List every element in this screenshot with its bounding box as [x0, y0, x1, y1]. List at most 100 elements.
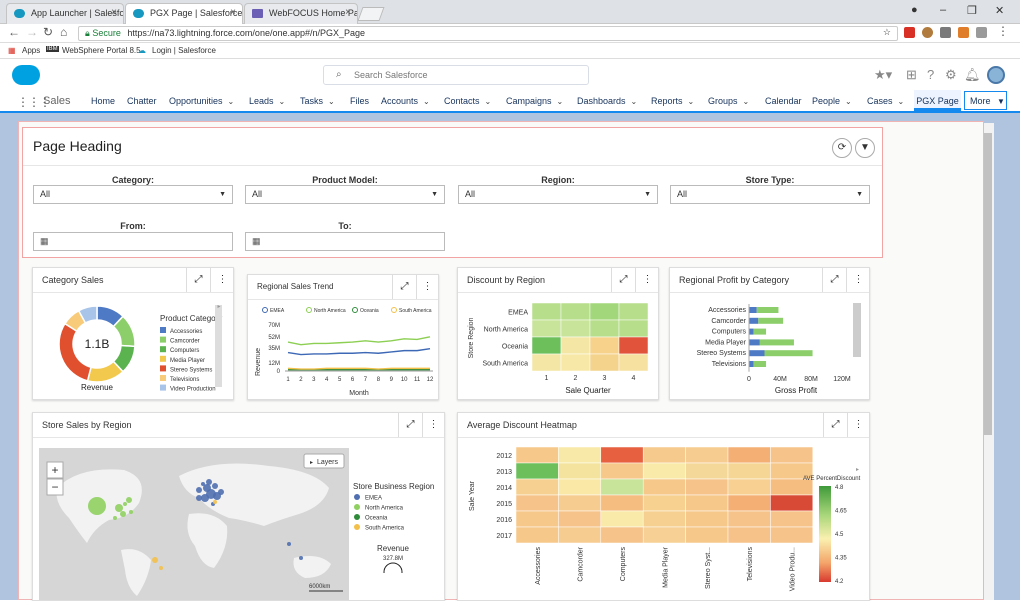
- store-bubble[interactable]: [126, 497, 132, 503]
- heatmap-cell[interactable]: [642, 494, 686, 512]
- nav-item-groups[interactable]: Groups ⌄: [708, 96, 749, 106]
- heatmap-cell[interactable]: [727, 462, 771, 480]
- panel-menu-button[interactable]: ⋮: [416, 275, 438, 299]
- heatmap-cell[interactable]: [558, 510, 602, 528]
- nav-item-people[interactable]: People ⌄: [812, 96, 852, 106]
- profile-icon[interactable]: ●: [911, 4, 918, 16]
- bookmark-login-salesforce[interactable]: Login | Salesforce: [152, 46, 216, 55]
- store-bubble[interactable]: [123, 502, 127, 506]
- legend-label[interactable]: Oceania: [360, 308, 379, 314]
- store-bubble[interactable]: [196, 487, 202, 493]
- heatmap-cell[interactable]: [558, 478, 602, 496]
- heatmap-cell[interactable]: [727, 510, 771, 528]
- bar-north-america[interactable]: [753, 328, 767, 335]
- heatmap-cell[interactable]: [531, 319, 562, 338]
- legend-scroll-up-icon[interactable]: ▸: [217, 304, 220, 310]
- store-type-select[interactable]: All ▼: [670, 185, 870, 204]
- heatmap-cell[interactable]: [642, 526, 686, 544]
- heatmap-cell[interactable]: [515, 462, 559, 480]
- nav-item-home[interactable]: Home: [91, 96, 115, 106]
- menu-kebab-icon[interactable]: ⋮: [997, 24, 1009, 38]
- heatmap-cell[interactable]: [642, 462, 686, 480]
- global-actions-plus-icon[interactable]: ⊞: [906, 67, 917, 83]
- expand-button[interactable]: ⤢: [823, 413, 847, 437]
- close-window-icon[interactable]: ✕: [995, 4, 1004, 17]
- heatmap-cell[interactable]: [515, 478, 559, 496]
- nav-item-dashboards[interactable]: Dashboards ⌄: [577, 96, 637, 106]
- star-bookmark-icon[interactable]: ☆: [883, 27, 891, 38]
- store-bubble[interactable]: [120, 511, 126, 517]
- heatmap-cell[interactable]: [558, 446, 602, 464]
- setup-gear-icon[interactable]: ⚙: [945, 67, 957, 83]
- map-legend-label[interactable]: EMEA: [365, 496, 382, 502]
- panel-menu-button[interactable]: ⋮: [847, 413, 869, 437]
- heatmap-cell[interactable]: [560, 353, 591, 372]
- store-bubble[interactable]: [196, 495, 202, 501]
- store-bubble[interactable]: [299, 556, 303, 560]
- back-arrow-icon[interactable]: ←: [8, 25, 20, 39]
- chevron-down-icon[interactable]: ⌄: [688, 97, 695, 106]
- bar-emea[interactable]: [749, 307, 757, 313]
- panel-menu-button[interactable]: ⋮: [422, 413, 444, 437]
- expand-button[interactable]: ⤢: [398, 413, 422, 437]
- heatmap-cell[interactable]: [642, 510, 686, 528]
- heatmap-cell[interactable]: [685, 526, 729, 544]
- chevron-down-icon[interactable]: ⌄: [898, 97, 905, 106]
- heatmap-cell[interactable]: [515, 510, 559, 528]
- heatmap-cell[interactable]: [618, 302, 649, 321]
- expand-button[interactable]: ⤢: [392, 275, 416, 299]
- bookmark-websphere[interactable]: WebSphere Portal 8.5: [62, 46, 141, 55]
- panel-menu-button[interactable]: ⋮: [635, 268, 659, 292]
- bar-emea[interactable]: [749, 317, 759, 324]
- legend-label[interactable]: EMEA: [270, 308, 285, 314]
- series-line-north-america[interactable]: [287, 336, 431, 346]
- nav-item-reports[interactable]: Reports ⌄: [651, 96, 694, 106]
- nav-item-cases[interactable]: Cases ⌄: [867, 96, 904, 106]
- browser-tab-app-launcher[interactable]: App Launcher | Salesforc ×: [6, 3, 124, 24]
- nav-item-contacts[interactable]: Contacts ⌄: [444, 96, 491, 106]
- heatmap-cell[interactable]: [558, 526, 602, 544]
- nav-item-files[interactable]: Files: [350, 96, 369, 106]
- store-bubble[interactable]: [129, 510, 133, 514]
- store-bubble[interactable]: [159, 566, 163, 570]
- from-date-input[interactable]: ▦: [33, 232, 233, 251]
- heatmap-cell[interactable]: [685, 462, 729, 480]
- map-legend-label[interactable]: Oceania: [365, 516, 388, 522]
- notifications-bell-icon[interactable]: 🔔︎: [964, 67, 981, 83]
- heatmap-cell[interactable]: [770, 494, 814, 512]
- nav-item-chatter[interactable]: Chatter: [127, 96, 157, 106]
- nav-tab-pgx-page[interactable]: PGX Page: [914, 90, 961, 111]
- panel-menu-button[interactable]: ⋮: [846, 268, 870, 292]
- heatmap-cell[interactable]: [600, 494, 644, 512]
- cookie-extension-icon[interactable]: [922, 27, 933, 38]
- heatmap-cell[interactable]: [727, 478, 771, 496]
- heatmap-cell[interactable]: [600, 478, 644, 496]
- heatmap-cell[interactable]: [589, 336, 620, 355]
- expand-button[interactable]: ⤢: [611, 268, 635, 292]
- store-bubble[interactable]: [88, 497, 106, 515]
- legend-label[interactable]: Stereo Systems: [170, 367, 212, 373]
- heatmap-cell[interactable]: [600, 462, 644, 480]
- heatmap-cell[interactable]: [560, 302, 591, 321]
- nav-item-campaigns[interactable]: Campaigns ⌄: [506, 96, 563, 106]
- bar-emea[interactable]: [749, 350, 765, 357]
- new-tab-button[interactable]: [357, 7, 385, 21]
- reload-icon[interactable]: ↻: [43, 25, 53, 39]
- heatmap-cell[interactable]: [727, 526, 771, 544]
- global-search-input[interactable]: ⌕ Search Salesforce: [323, 65, 589, 85]
- chevron-down-icon[interactable]: ⌄: [328, 97, 335, 106]
- store-sales-map[interactable]: + − ▸ Layers 6000km: [39, 448, 349, 600]
- legend-scroll-icon[interactable]: ▸: [856, 467, 859, 473]
- legend-label[interactable]: Accessories: [170, 329, 202, 335]
- store-bubble[interactable]: [213, 500, 217, 504]
- map-legend-label[interactable]: North America: [365, 506, 404, 512]
- bar-emea[interactable]: [749, 361, 754, 367]
- legend-label[interactable]: Media Player: [170, 358, 205, 364]
- series-line-south-america[interactable]: [287, 367, 430, 370]
- forward-arrow-icon[interactable]: →: [26, 25, 38, 39]
- heatmap-cell[interactable]: [618, 319, 649, 338]
- heatmap-cell[interactable]: [618, 353, 649, 372]
- chevron-down-icon[interactable]: ⌄: [845, 97, 852, 106]
- heatmap-cell[interactable]: [618, 336, 649, 355]
- help-icon[interactable]: ?: [927, 67, 934, 82]
